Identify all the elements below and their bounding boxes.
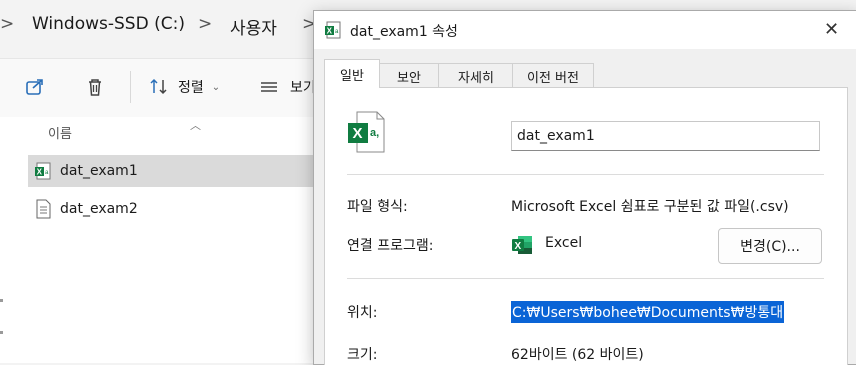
view-label: 보기 bbox=[290, 80, 316, 96]
location-value[interactable]: C:₩Users₩bohee₩Documents₩방통대 bbox=[511, 301, 785, 323]
toolbar-divider bbox=[130, 71, 131, 103]
sort-label: 정렬 bbox=[178, 80, 204, 96]
view-icon bbox=[261, 82, 277, 92]
dialog-title-bar: Xa dat_exam1 속성 ✕ bbox=[314, 11, 856, 49]
svg-text:a,: a, bbox=[370, 127, 379, 139]
sort-button[interactable]: 정렬 ⌄ bbox=[148, 74, 220, 100]
breadcrumb-separator: > bbox=[0, 14, 15, 34]
divider bbox=[347, 278, 824, 279]
dialog-title: dat_exam1 속성 bbox=[350, 24, 458, 40]
divider bbox=[347, 174, 824, 175]
breadcrumb-item-drive[interactable]: Windows-SSD (C:) bbox=[32, 14, 185, 34]
tab-general[interactable]: 일반 bbox=[324, 59, 380, 88]
excel-csv-icon: Xa bbox=[34, 161, 52, 181]
chevron-down-icon: ⌄ bbox=[211, 81, 221, 93]
file-type-label: 파일 형식: bbox=[347, 199, 408, 215]
scroll-indicator bbox=[0, 331, 3, 334]
tab-details[interactable]: 자세히 bbox=[438, 63, 514, 88]
change-button[interactable]: 변경(C)... bbox=[718, 228, 822, 264]
opens-with-value: Excel bbox=[545, 235, 583, 251]
svg-text:X: X bbox=[353, 125, 363, 142]
text-file-icon bbox=[34, 199, 52, 219]
column-header-name[interactable]: 이름 bbox=[48, 123, 72, 142]
scroll-indicator bbox=[0, 299, 3, 302]
sort-icon bbox=[150, 78, 167, 95]
share-button[interactable] bbox=[24, 74, 46, 100]
trash-icon bbox=[89, 79, 101, 96]
delete-button[interactable] bbox=[84, 74, 106, 100]
opens-with-label: 연결 프로그램: bbox=[347, 238, 434, 254]
svg-text:X: X bbox=[37, 168, 43, 177]
breadcrumb-item-users[interactable]: 사용자 bbox=[230, 14, 277, 39]
file-name: dat_exam1 bbox=[60, 163, 138, 179]
size-label: 크기: bbox=[347, 347, 378, 363]
file-type-value: Microsoft Excel 쉼표로 구분된 값 파일(.csv) bbox=[511, 199, 789, 215]
close-icon[interactable]: ✕ bbox=[824, 19, 839, 40]
excel-app-icon: X bbox=[512, 236, 532, 254]
excel-csv-large-icon: Xa, bbox=[348, 111, 385, 153]
list-item[interactable]: dat_exam2 bbox=[28, 193, 328, 225]
share-icon bbox=[26, 79, 43, 95]
breadcrumb-separator: > bbox=[198, 14, 213, 34]
properties-dialog: Xa dat_exam1 속성 ✕ 일반 보안 자세히 이전 버전 Xa, da… bbox=[313, 10, 856, 365]
general-tab-panel: Xa, dat_exam1 파일 형식: Microsoft Excel 쉼표로… bbox=[324, 87, 848, 365]
file-name-field[interactable]: dat_exam1 bbox=[511, 121, 820, 151]
svg-text:X: X bbox=[327, 27, 333, 36]
list-item[interactable]: Xa dat_exam1 bbox=[28, 155, 328, 187]
svg-text:X: X bbox=[515, 241, 522, 252]
size-value: 62바이트 (62 바이트) bbox=[511, 347, 644, 363]
sort-ascending-icon: ︿ bbox=[190, 119, 201, 132]
file-name: dat_exam2 bbox=[60, 201, 138, 217]
location-label: 위치: bbox=[347, 305, 378, 321]
tab-security[interactable]: 보안 bbox=[378, 63, 440, 88]
tab-previous-versions[interactable]: 이전 버전 bbox=[512, 63, 594, 88]
view-button[interactable]: 보기 bbox=[258, 74, 316, 100]
excel-csv-icon: Xa bbox=[325, 21, 341, 39]
